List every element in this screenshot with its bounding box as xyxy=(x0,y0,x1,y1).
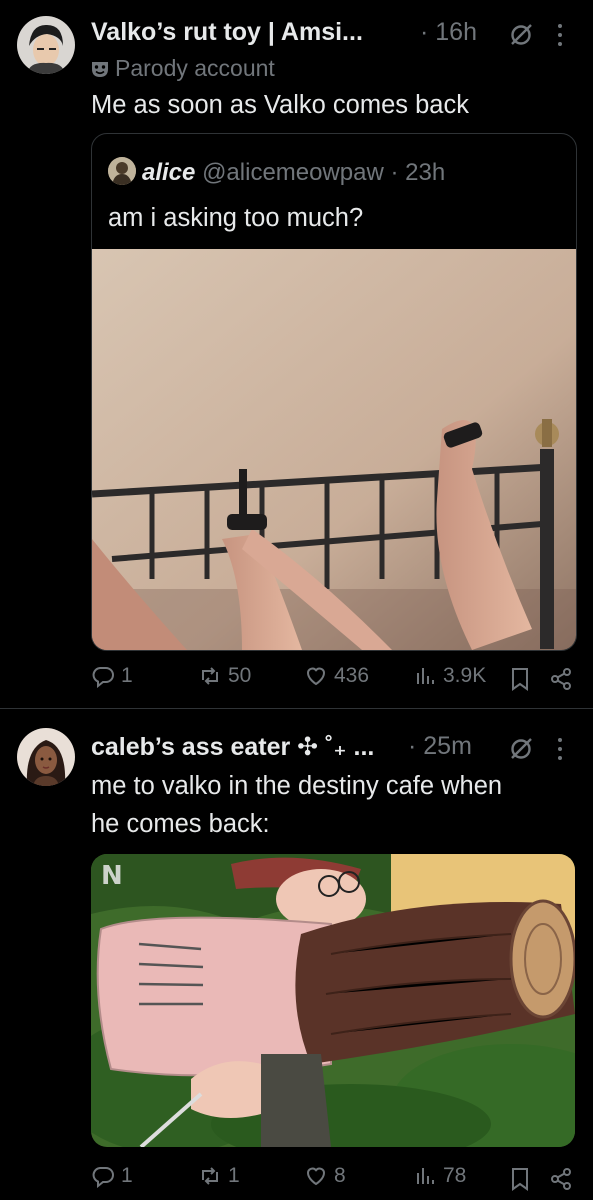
views-button[interactable]: 3.9K xyxy=(413,664,486,688)
tweet-text-line-2: he comes back: xyxy=(91,810,270,838)
avatar[interactable] xyxy=(17,16,75,74)
tweet-actions: 1 50 436 3.9K xyxy=(91,664,575,694)
grok-icon[interactable] xyxy=(508,736,534,762)
reply-count: 1 xyxy=(121,664,133,687)
reply-button[interactable]: 1 xyxy=(91,1164,133,1188)
quote-header: alice @alicemeowpaw · 23h xyxy=(108,157,445,187)
tweet-text: Me as soon as Valko comes back xyxy=(91,91,469,119)
like-button[interactable]: 436 xyxy=(304,664,369,688)
reply-count: 1 xyxy=(121,1164,133,1187)
more-icon[interactable] xyxy=(557,735,563,761)
views-icon xyxy=(417,1168,434,1184)
repost-count: 1 xyxy=(228,1164,240,1187)
like-icon xyxy=(306,667,326,686)
views-count: 3.9K xyxy=(443,664,487,687)
tweet-actions: 1 1 8 78 xyxy=(91,1164,575,1194)
reply-icon xyxy=(92,667,114,688)
share-icon[interactable] xyxy=(549,667,573,691)
tweet-media-image[interactable]: N xyxy=(91,854,575,1147)
repost-button[interactable]: 50 xyxy=(198,664,251,688)
quote-handle-time[interactable]: @alicemeowpaw · 23h xyxy=(202,159,445,186)
reply-icon xyxy=(92,1167,114,1188)
parody-label: Parody account xyxy=(91,55,275,82)
more-icon[interactable] xyxy=(557,21,563,47)
quote-text: am i asking too much? xyxy=(108,204,364,232)
like-count: 8 xyxy=(334,1164,346,1187)
timestamp[interactable]: · 25m xyxy=(408,732,472,761)
like-button[interactable]: 8 xyxy=(304,1164,346,1188)
tweet-header: Valko’s rut toy | Amsi... · 16h xyxy=(91,18,571,58)
share-icon[interactable] xyxy=(549,1167,573,1191)
bookmark-icon[interactable] xyxy=(509,1167,531,1191)
like-icon xyxy=(306,1167,326,1186)
views-button[interactable]: 78 xyxy=(413,1164,466,1188)
repost-icon xyxy=(202,667,218,685)
grok-icon[interactable] xyxy=(508,22,534,48)
svg-text:N: N xyxy=(101,861,123,891)
tweet-text-line-1: me to valko in the destiny cafe when xyxy=(91,772,503,800)
tweet-1[interactable]: Valko’s rut toy | Amsi... · 16h Parody a… xyxy=(0,0,593,708)
repost-icon xyxy=(202,1167,218,1185)
repost-button[interactable]: 1 xyxy=(198,1164,240,1188)
quote-display-name[interactable]: alice xyxy=(142,159,195,186)
repost-count: 50 xyxy=(228,664,252,687)
display-name[interactable]: Valko’s rut toy | Amsi... xyxy=(91,18,363,46)
bookmark-icon[interactable] xyxy=(509,667,531,691)
quoted-tweet[interactable]: alice @alicemeowpaw · 23h am i asking to… xyxy=(91,133,577,651)
views-icon xyxy=(417,668,434,684)
tweet-2[interactable]: caleb’s ass eater ✣ ˚₊ ... · 25m me to v… xyxy=(0,709,593,1200)
tweet-header: caleb’s ass eater ✣ ˚₊ ... · 25m xyxy=(91,732,571,772)
reply-button[interactable]: 1 xyxy=(91,664,133,688)
views-count: 78 xyxy=(443,1164,467,1187)
quote-media-image[interactable] xyxy=(92,249,576,650)
timestamp[interactable]: · 16h xyxy=(420,18,477,47)
avatar[interactable] xyxy=(17,728,75,786)
parody-mask-icon xyxy=(92,62,108,77)
like-count: 436 xyxy=(334,664,370,687)
display-name[interactable]: caleb’s ass eater ✣ ˚₊ ... xyxy=(91,733,374,761)
quote-avatar[interactable] xyxy=(108,157,136,185)
parody-label-text: Parody account xyxy=(115,55,275,81)
